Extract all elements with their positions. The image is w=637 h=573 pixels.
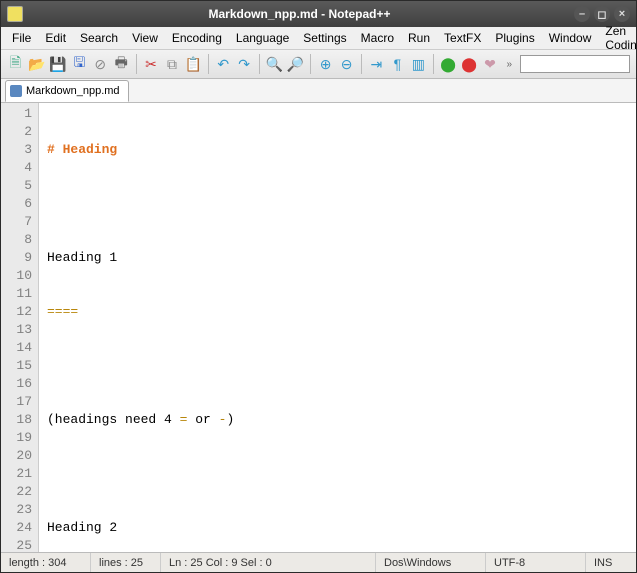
menu-run[interactable]: Run — [401, 29, 437, 47]
code-text: Heading 2 — [47, 520, 117, 535]
menu-search[interactable]: Search — [73, 29, 125, 47]
editor[interactable]: 1 2 3 4 5 6 7 8 9 10 11 12 13 14 15 16 1… — [1, 103, 636, 552]
code-text: or — [187, 412, 218, 427]
menu-edit[interactable]: Edit — [38, 29, 73, 47]
status-eol: Dos\Windows — [376, 553, 486, 572]
save-icon[interactable]: 💾 — [49, 54, 66, 74]
toolbar-sep — [136, 54, 137, 74]
record-icon[interactable]: ⬤ — [461, 54, 478, 74]
toolbar-sep — [259, 54, 260, 74]
lang-icon[interactable]: ⬤ — [440, 54, 457, 74]
line-number: 10 — [1, 267, 32, 285]
line-number: 24 — [1, 519, 32, 537]
line-number: 15 — [1, 357, 32, 375]
toolbar-sep — [361, 54, 362, 74]
print-icon[interactable]: 🖶 — [113, 54, 130, 74]
code-text: ==== — [47, 304, 78, 319]
minimize-button[interactable]: – — [574, 6, 590, 22]
line-number: 20 — [1, 447, 32, 465]
menu-file[interactable]: File — [5, 29, 38, 47]
tab-markdown-npp[interactable]: Markdown_npp.md — [5, 80, 129, 102]
close-icon[interactable]: ⊘ — [92, 54, 109, 74]
line-number: 17 — [1, 393, 32, 411]
save-all-icon[interactable]: 🖫 — [71, 54, 88, 74]
tabbar: Markdown_npp.md — [1, 79, 636, 103]
line-number: 2 — [1, 123, 32, 141]
status-lines: lines : 25 — [91, 553, 161, 572]
close-button[interactable]: × — [614, 6, 630, 22]
statusbar: length : 304 lines : 25 Ln : 25 Col : 9 … — [1, 552, 636, 572]
app-icon — [7, 6, 23, 22]
menu-encoding[interactable]: Encoding — [165, 29, 229, 47]
line-number: 8 — [1, 231, 32, 249]
line-number: 16 — [1, 375, 32, 393]
code-text: ) — [226, 412, 234, 427]
redo-icon[interactable]: ↷ — [236, 54, 253, 74]
status-position: Ln : 25 Col : 9 Sel : 0 — [161, 553, 376, 572]
line-number: 23 — [1, 501, 32, 519]
line-number: 22 — [1, 483, 32, 501]
line-number: 6 — [1, 195, 32, 213]
line-number: 25 — [1, 537, 32, 552]
menu-window[interactable]: Window — [542, 29, 599, 47]
status-mode: INS — [586, 553, 636, 572]
show-all-icon[interactable]: ¶ — [389, 54, 406, 74]
wrap-icon[interactable]: ⇥ — [368, 54, 385, 74]
zoom-out-icon[interactable]: ⊖ — [338, 54, 355, 74]
line-number: 21 — [1, 465, 32, 483]
toolbar-overflow-icon[interactable]: » — [503, 59, 517, 70]
find-icon[interactable]: 🔍 — [265, 54, 282, 74]
status-length: length : 304 — [1, 553, 91, 572]
code-text: Heading 1 — [47, 250, 117, 265]
toolbar-sep — [310, 54, 311, 74]
undo-icon[interactable]: ↶ — [215, 54, 232, 74]
menu-plugins[interactable]: Plugins — [488, 29, 541, 47]
toolbar-sep — [208, 54, 209, 74]
toolbar: 🗎 📂 💾 🖫 ⊘ 🖶 ✂ ⧉ 📋 ↶ ↷ 🔍 🔎 ⊕ ⊖ ⇥ ¶ ▥ ⬤ ⬤ … — [1, 49, 636, 79]
indent-guide-icon[interactable]: ▥ — [410, 54, 427, 74]
open-file-icon[interactable]: 📂 — [28, 54, 45, 74]
line-number: 18 — [1, 411, 32, 429]
paste-icon[interactable]: 📋 — [184, 54, 201, 74]
menu-settings[interactable]: Settings — [296, 29, 353, 47]
line-number: 12 — [1, 303, 32, 321]
play-icon[interactable]: ❤ — [482, 54, 499, 74]
cut-icon[interactable]: ✂ — [143, 54, 160, 74]
menubar: File Edit Search View Encoding Language … — [1, 27, 636, 49]
replace-icon[interactable]: 🔎 — [287, 54, 304, 74]
line-number: 4 — [1, 159, 32, 177]
line-number: 5 — [1, 177, 32, 195]
menu-language[interactable]: Language — [229, 29, 296, 47]
menu-macro[interactable]: Macro — [354, 29, 401, 47]
line-number: 19 — [1, 429, 32, 447]
line-number-gutter: 1 2 3 4 5 6 7 8 9 10 11 12 13 14 15 16 1… — [1, 103, 39, 552]
code-text: (headings need 4 — [47, 412, 180, 427]
toolbar-sep — [433, 54, 434, 74]
menu-view[interactable]: View — [125, 29, 165, 47]
toolbar-search-input[interactable] — [520, 55, 630, 73]
maximize-button[interactable]: ◻ — [594, 6, 610, 22]
line-number: 1 — [1, 105, 32, 123]
code-text: # Heading — [47, 142, 117, 157]
window-title: Markdown_npp.md - Notepad++ — [29, 7, 570, 21]
new-file-icon[interactable]: 🗎 — [7, 54, 24, 74]
titlebar[interactable]: Markdown_npp.md - Notepad++ – ◻ × — [1, 1, 636, 27]
app-window: Markdown_npp.md - Notepad++ – ◻ × File E… — [0, 0, 637, 573]
status-encoding: UTF-8 — [486, 553, 586, 572]
line-number: 11 — [1, 285, 32, 303]
copy-icon[interactable]: ⧉ — [163, 54, 180, 74]
line-number: 3 — [1, 141, 32, 159]
menu-textfx[interactable]: TextFX — [437, 29, 488, 47]
line-number: 13 — [1, 321, 32, 339]
line-number: 14 — [1, 339, 32, 357]
file-icon — [10, 85, 22, 97]
code-area[interactable]: # Heading Heading 1 ==== (headings need … — [39, 103, 636, 552]
line-number: 7 — [1, 213, 32, 231]
zoom-in-icon[interactable]: ⊕ — [317, 54, 334, 74]
line-number: 9 — [1, 249, 32, 267]
tab-label: Markdown_npp.md — [26, 85, 120, 97]
